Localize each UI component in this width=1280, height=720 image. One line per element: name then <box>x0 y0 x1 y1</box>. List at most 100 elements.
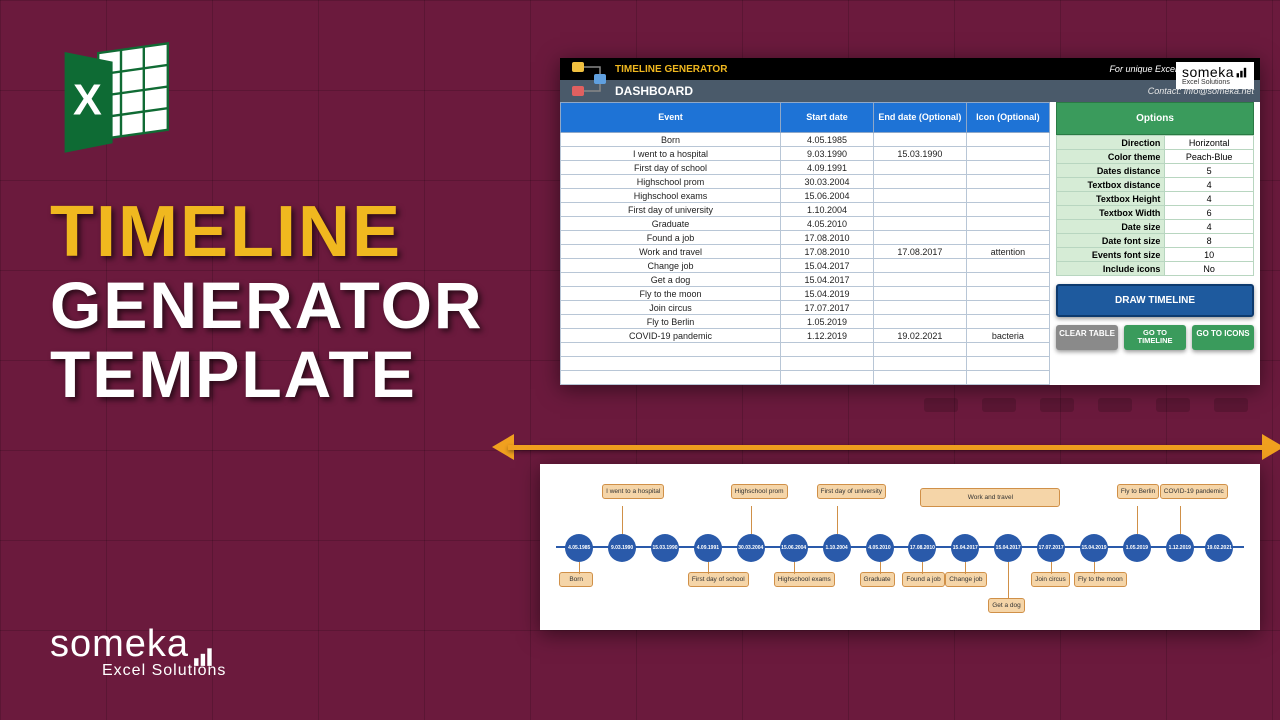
table-cell[interactable]: 19.02.2021 <box>873 329 966 343</box>
option-value[interactable]: 6 <box>1165 206 1254 220</box>
table-cell[interactable] <box>966 259 1049 273</box>
table-cell[interactable] <box>873 231 966 245</box>
table-cell[interactable] <box>966 175 1049 189</box>
table-cell[interactable] <box>561 357 781 371</box>
table-cell[interactable] <box>966 343 1049 357</box>
option-value[interactable]: No <box>1165 262 1254 276</box>
option-value[interactable]: 5 <box>1165 164 1254 178</box>
table-cell[interactable]: 15.04.2019 <box>781 287 874 301</box>
option-value[interactable]: 4 <box>1165 192 1254 206</box>
option-value[interactable]: 10 <box>1165 248 1254 262</box>
option-value[interactable]: Peach-Blue <box>1165 150 1254 164</box>
table-cell[interactable] <box>873 133 966 147</box>
option-row[interactable]: Dates distance5 <box>1057 164 1254 178</box>
table-cell[interactable] <box>781 371 874 385</box>
table-row[interactable]: Born4.05.1985 <box>561 133 1050 147</box>
table-cell[interactable]: Fly to Berlin <box>561 315 781 329</box>
option-row[interactable]: Include iconsNo <box>1057 262 1254 276</box>
option-row[interactable]: DirectionHorizontal <box>1057 136 1254 150</box>
table-cell[interactable] <box>966 371 1049 385</box>
table-row[interactable]: First day of school4.09.1991 <box>561 161 1050 175</box>
option-row[interactable]: Textbox Height4 <box>1057 192 1254 206</box>
table-row[interactable]: Change job15.04.2017 <box>561 259 1050 273</box>
table-cell[interactable] <box>966 203 1049 217</box>
table-cell[interactable]: attention <box>966 245 1049 259</box>
option-row[interactable]: Date font size8 <box>1057 234 1254 248</box>
table-cell[interactable]: Highschool prom <box>561 175 781 189</box>
table-cell[interactable] <box>966 231 1049 245</box>
table-row[interactable]: First day of university1.10.2004 <box>561 203 1050 217</box>
table-cell[interactable]: 15.03.1990 <box>873 147 966 161</box>
option-row[interactable]: Date size4 <box>1057 220 1254 234</box>
table-cell[interactable] <box>966 147 1049 161</box>
table-cell[interactable] <box>966 315 1049 329</box>
table-row[interactable]: Graduate4.05.2010 <box>561 217 1050 231</box>
option-value[interactable]: Horizontal <box>1165 136 1254 150</box>
table-cell[interactable] <box>873 273 966 287</box>
table-row[interactable]: Get a dog15.04.2017 <box>561 273 1050 287</box>
table-row-empty[interactable] <box>561 371 1050 385</box>
table-cell[interactable]: Born <box>561 133 781 147</box>
table-row-empty[interactable] <box>561 343 1050 357</box>
table-cell[interactable] <box>561 343 781 357</box>
table-cell[interactable] <box>781 357 874 371</box>
table-cell[interactable] <box>873 161 966 175</box>
draw-timeline-button[interactable]: DRAW TIMELINE <box>1056 284 1254 317</box>
someka-badge[interactable]: someka Excel Solutions <box>1176 62 1254 89</box>
table-cell[interactable]: 15.04.2017 <box>781 259 874 273</box>
option-value[interactable]: 8 <box>1165 234 1254 248</box>
table-cell[interactable]: 1.10.2004 <box>781 203 874 217</box>
option-value[interactable]: 4 <box>1165 220 1254 234</box>
table-cell[interactable]: Fly to the moon <box>561 287 781 301</box>
table-cell[interactable] <box>873 301 966 315</box>
table-cell[interactable] <box>873 287 966 301</box>
table-cell[interactable]: Change job <box>561 259 781 273</box>
table-cell[interactable] <box>966 301 1049 315</box>
table-cell[interactable]: 17.08.2010 <box>781 231 874 245</box>
table-cell[interactable] <box>966 273 1049 287</box>
table-cell[interactable]: Work and travel <box>561 245 781 259</box>
table-cell[interactable] <box>873 175 966 189</box>
table-row[interactable]: Highschool prom30.03.2004 <box>561 175 1050 189</box>
table-cell[interactable] <box>873 371 966 385</box>
table-cell[interactable]: Graduate <box>561 217 781 231</box>
goto-icons-button[interactable]: GO TO ICONS <box>1192 325 1254 350</box>
table-cell[interactable]: Join circus <box>561 301 781 315</box>
table-cell[interactable]: I went to a hospital <box>561 147 781 161</box>
table-row[interactable]: Join circus17.07.2017 <box>561 301 1050 315</box>
table-cell[interactable]: Highschool exams <box>561 189 781 203</box>
table-row[interactable]: I went to a hospital9.03.199015.03.1990 <box>561 147 1050 161</box>
table-cell[interactable]: 15.04.2017 <box>781 273 874 287</box>
table-cell[interactable] <box>873 343 966 357</box>
events-table[interactable]: Event Start date End date (Optional) Ico… <box>560 102 1050 385</box>
table-cell[interactable]: Found a job <box>561 231 781 245</box>
table-cell[interactable] <box>966 161 1049 175</box>
table-row[interactable]: Highschool exams15.06.2004 <box>561 189 1050 203</box>
options-table[interactable]: DirectionHorizontalColor themePeach-Blue… <box>1056 135 1254 276</box>
table-cell[interactable]: COVID-19 pandemic <box>561 329 781 343</box>
option-value[interactable]: 4 <box>1165 178 1254 192</box>
table-row[interactable]: Work and travel17.08.201017.08.2017atten… <box>561 245 1050 259</box>
table-cell[interactable] <box>561 371 781 385</box>
table-cell[interactable] <box>873 357 966 371</box>
table-cell[interactable] <box>873 315 966 329</box>
table-cell[interactable] <box>966 133 1049 147</box>
goto-timeline-button[interactable]: GO TO TIMELINE <box>1124 325 1186 350</box>
option-row[interactable]: Events font size10 <box>1057 248 1254 262</box>
table-cell[interactable]: 4.05.1985 <box>781 133 874 147</box>
clear-table-button[interactable]: CLEAR TABLE <box>1056 325 1118 350</box>
table-row[interactable]: COVID-19 pandemic1.12.201919.02.2021bact… <box>561 329 1050 343</box>
table-cell[interactable] <box>781 343 874 357</box>
table-cell[interactable] <box>873 217 966 231</box>
table-cell[interactable]: 4.05.2010 <box>781 217 874 231</box>
table-row[interactable]: Fly to Berlin1.05.2019 <box>561 315 1050 329</box>
table-cell[interactable] <box>873 203 966 217</box>
table-cell[interactable]: 17.08.2017 <box>873 245 966 259</box>
table-cell[interactable] <box>966 217 1049 231</box>
table-cell[interactable]: 4.09.1991 <box>781 161 874 175</box>
table-cell[interactable]: First day of school <box>561 161 781 175</box>
table-row[interactable]: Fly to the moon15.04.2019 <box>561 287 1050 301</box>
table-cell[interactable]: Get a dog <box>561 273 781 287</box>
table-cell[interactable] <box>966 287 1049 301</box>
table-cell[interactable] <box>966 189 1049 203</box>
